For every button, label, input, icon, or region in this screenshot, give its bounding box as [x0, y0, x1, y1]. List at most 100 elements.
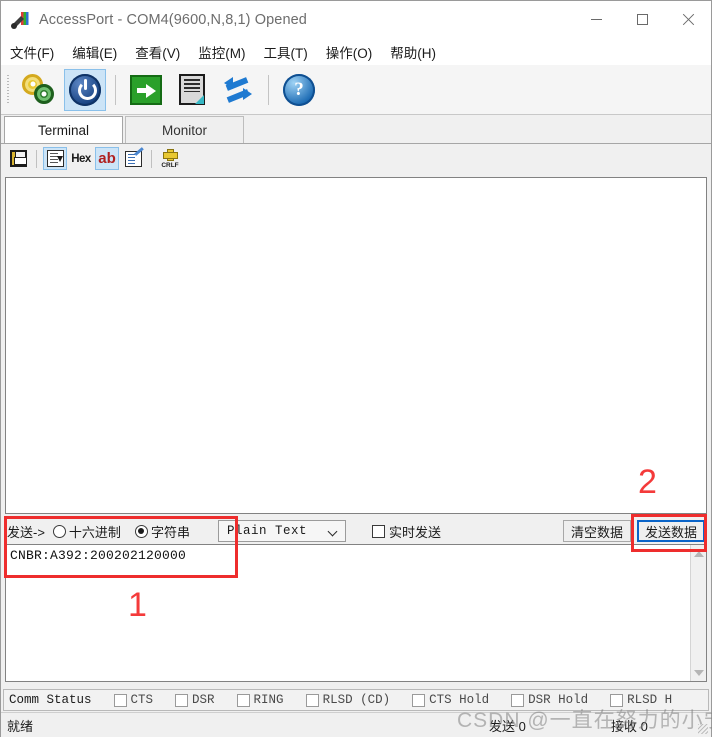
comm-signal-rlsd[interactable]: RLSD (CD)	[305, 693, 391, 707]
rlsd-hold-label: RLSD H	[627, 693, 673, 707]
dsr-checkbox	[175, 693, 189, 707]
power-toggle-button[interactable]	[64, 68, 106, 111]
autoscroll-icon	[46, 150, 64, 167]
hex-view-button[interactable]: Hex	[69, 147, 93, 170]
radio-hex-label: 十六进制	[68, 524, 121, 540]
send-label: 发送->	[7, 524, 45, 540]
serial-plug-icon	[9, 9, 31, 31]
edit-checklist-button[interactable]	[121, 147, 145, 170]
realtime-send-label: 实时发送	[388, 524, 441, 540]
send-input-text: CNBR:A392:200202120000	[10, 548, 187, 563]
maximize-button[interactable]	[619, 1, 665, 38]
menu-item-tools[interactable]: 工具(T)	[264, 42, 308, 62]
config-gears-button[interactable]	[18, 69, 60, 111]
toolbar-grip[interactable]	[5, 73, 12, 107]
cts-checkbox	[113, 693, 127, 707]
scroll-up-icon[interactable]	[691, 545, 707, 562]
clear-data-label: 清空数据	[570, 524, 623, 540]
realtime-send-box	[371, 524, 385, 538]
menu-item-view[interactable]: 查看(V)	[135, 42, 180, 62]
radio-string-label: 字符串	[150, 524, 190, 540]
tab-monitor[interactable]: Monitor	[125, 116, 244, 144]
toolbar-separator-2	[268, 74, 269, 105]
tab-terminal-label: Terminal	[37, 123, 89, 138]
save-log-button[interactable]	[6, 147, 30, 170]
comm-signal-rlsd-hold[interactable]: RLSD H	[610, 693, 672, 707]
crlf-label: CRLF	[161, 162, 179, 169]
tabstrip: Terminal Monitor	[1, 116, 711, 144]
comm-status-bar: Comm Status CTS DSR RING RLSD (CD) CTS H…	[3, 689, 709, 711]
help-button[interactable]: ?	[278, 69, 320, 111]
terminal-output-area[interactable]	[5, 177, 707, 514]
comm-signal-cts-hold[interactable]: CTS Hold	[412, 693, 489, 707]
titlebar: AccessPort - COM4(9600,N,8,1) Opened	[1, 1, 711, 38]
dsr-label: DSR	[192, 693, 215, 707]
menu-item-operate[interactable]: 操作(O)	[326, 42, 373, 62]
ascii-toggle-label: ab	[98, 150, 116, 167]
cts-hold-checkbox	[412, 693, 426, 707]
radio-string-circle	[134, 524, 148, 538]
power-toggle-icon	[69, 73, 101, 106]
radio-hex[interactable]: 十六进制	[52, 522, 121, 541]
dsr-hold-label: DSR Hold	[528, 693, 589, 707]
toolbar-separator	[115, 74, 116, 105]
format-select[interactable]: Plain Text	[217, 520, 346, 542]
document-button[interactable]	[171, 69, 213, 111]
config-gears-icon	[22, 73, 56, 106]
refresh-button[interactable]	[217, 69, 259, 111]
terminal-toolbar: Hex ab CRLF	[1, 144, 711, 173]
rlsd-label: RLSD (CD)	[322, 693, 391, 707]
green-arrow-send-icon	[130, 74, 162, 105]
cts-hold-label: CTS Hold	[429, 693, 490, 707]
radio-string[interactable]: 字符串	[134, 522, 190, 541]
send-data-button[interactable]: 发送数据	[637, 520, 705, 542]
edit-checklist-icon	[124, 150, 142, 167]
menu-item-file[interactable]: 文件(F)	[10, 42, 54, 62]
crlf-icon: CRLF	[160, 149, 180, 169]
dsr-hold-checkbox	[511, 693, 525, 707]
subtoolbar-separator	[36, 149, 37, 168]
ring-label: RING	[253, 693, 284, 707]
document-icon	[179, 74, 205, 105]
crlf-button[interactable]: CRLF	[158, 147, 182, 170]
comm-signal-cts[interactable]: CTS	[113, 693, 154, 707]
send-control-bar: 发送-> 十六进制 字符串 Plain Text 实时发送 清空数据 发送数据	[3, 518, 709, 544]
minimize-button[interactable]	[573, 1, 619, 38]
ascii-view-button[interactable]: ab	[95, 147, 119, 170]
send-data-label: 发送数据	[644, 524, 697, 540]
clear-data-button[interactable]: 清空数据	[563, 520, 631, 542]
send-input-scrollbar[interactable]	[690, 545, 706, 681]
menu-item-edit[interactable]: 编辑(E)	[72, 42, 117, 62]
status-ready-text: 就绪	[7, 718, 34, 734]
realtime-send-checkbox[interactable]: 实时发送	[371, 522, 441, 541]
main-toolbar: ?	[1, 65, 711, 115]
chevron-down-icon	[327, 526, 338, 537]
hex-toggle-label: Hex	[71, 152, 91, 165]
menu-item-monitor[interactable]: 监控(M)	[198, 42, 245, 62]
window-title: AccessPort - COM4(9600,N,8,1) Opened	[39, 11, 307, 28]
green-arrow-send-button[interactable]	[125, 69, 167, 111]
comm-status-title: Comm Status	[9, 693, 92, 707]
menubar: 文件(F) 编辑(E) 查看(V) 监控(M) 工具(T) 操作(O) 帮助(H…	[1, 38, 711, 65]
rlsd-checkbox	[305, 693, 319, 707]
close-button[interactable]	[665, 1, 711, 38]
subtoolbar-separator-2	[151, 149, 152, 168]
cts-label: CTS	[130, 693, 154, 707]
comm-signal-ring[interactable]: RING	[236, 693, 284, 707]
status-received-count: 接收 0	[611, 718, 648, 734]
scroll-down-icon[interactable]	[691, 664, 707, 681]
resize-grip[interactable]	[698, 724, 708, 734]
comm-signal-dsr[interactable]: DSR	[175, 693, 215, 707]
format-select-value: Plain Text	[226, 524, 307, 538]
refresh-arrows-icon	[223, 75, 253, 105]
accessport-window: AccessPort - COM4(9600,N,8,1) Opened 文件(…	[0, 0, 712, 737]
status-sent-count: 发送 0	[489, 718, 526, 734]
ring-checkbox	[236, 693, 250, 707]
send-input-area[interactable]: CNBR:A392:200202120000	[5, 544, 707, 682]
help-question-icon: ?	[283, 73, 315, 106]
save-icon	[9, 150, 27, 167]
autoscroll-button[interactable]	[43, 147, 67, 170]
tab-terminal[interactable]: Terminal	[4, 116, 123, 144]
comm-signal-dsr-hold[interactable]: DSR Hold	[511, 693, 588, 707]
menu-item-help[interactable]: 帮助(H)	[390, 42, 436, 62]
